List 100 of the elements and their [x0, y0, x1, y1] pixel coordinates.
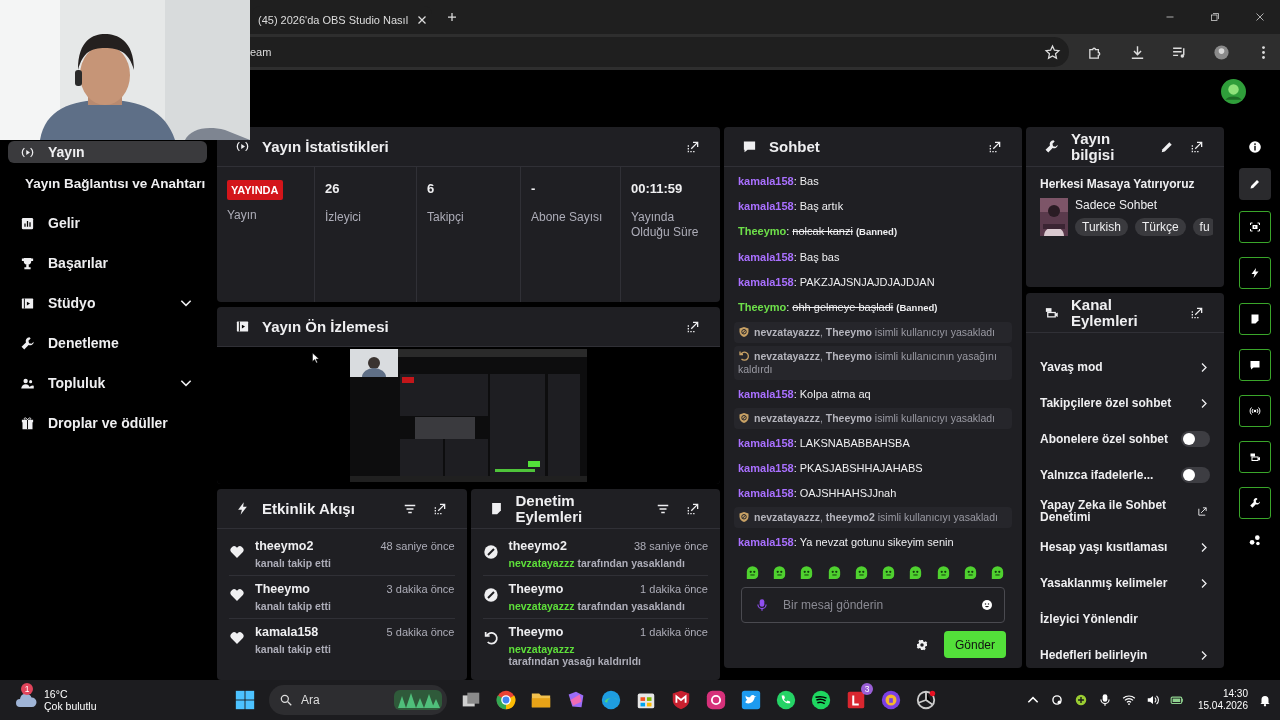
notification-badge: 1 — [21, 683, 33, 695]
category-name[interactable]: Sadece Sohbet — [1075, 198, 1212, 212]
new-tab-icon[interactable] — [446, 11, 458, 23]
screen-record-icon — [1249, 221, 1261, 233]
info-icon[interactable] — [1248, 140, 1262, 154]
ban-icon — [482, 587, 499, 603]
event-text: kanalı takip etti — [255, 600, 332, 612]
popout-icon[interactable] — [686, 319, 700, 334]
letter-app-icon[interactable] — [845, 689, 867, 711]
event-text: kanalı takip etti — [255, 643, 332, 655]
toggle-switch[interactable] — [1181, 467, 1210, 483]
camera-icon[interactable] — [705, 689, 727, 711]
user-name: kamala158 — [738, 437, 794, 449]
heart-icon — [229, 544, 245, 560]
edit-icon[interactable] — [1160, 139, 1174, 154]
start-icon[interactable] — [234, 689, 256, 711]
action-label[interactable]: Yapay Zeka ile Sohbet Denetimi — [1040, 499, 1180, 523]
popout-icon[interactable] — [686, 501, 700, 516]
battery-icon[interactable] — [1169, 693, 1184, 707]
broadcast-icon — [1249, 405, 1261, 417]
stat-label: İzleyici — [325, 210, 361, 225]
user-name: theeymo2 — [508, 539, 567, 553]
sidebar-item[interactable]: Droplar ve ödüller — [8, 403, 207, 443]
user-name: theeymo2 — [255, 539, 314, 553]
restore-icon[interactable] — [1209, 11, 1221, 23]
clock-time[interactable]: 14:30 — [1222, 688, 1248, 700]
wifi-icon[interactable] — [1121, 693, 1136, 707]
send-button[interactable]: Gönder — [944, 631, 1006, 658]
settings-icon[interactable] — [916, 638, 928, 651]
action-label[interactable]: Yavaş mod — [1040, 361, 1103, 373]
close-icon[interactable] — [416, 14, 429, 26]
panel-toggle-button[interactable] — [1239, 487, 1271, 519]
timestamp: 38 saniye önce — [634, 540, 708, 552]
panel-toggle-button[interactable] — [1239, 303, 1271, 335]
dots-icon[interactable] — [1248, 533, 1262, 547]
toggle-switch[interactable] — [1181, 431, 1210, 447]
plus-badge-icon[interactable] — [1073, 693, 1088, 707]
bell-icon[interactable] — [1258, 693, 1272, 707]
tag[interactable]: Türkçe — [1134, 218, 1186, 236]
popout-icon[interactable] — [988, 139, 1002, 154]
action-label[interactable]: Hedefleri belirleyin — [1040, 649, 1148, 661]
tag[interactable]: Turkish — [1075, 218, 1128, 236]
message-text: Ya nevzat gotunu sikeyim senin — [799, 536, 954, 548]
action-label[interactable]: Abonelere özel sohbet — [1040, 433, 1169, 445]
emote-icon[interactable] — [744, 564, 761, 581]
profile-icon[interactable] — [1213, 43, 1230, 61]
edit-button[interactable] — [1239, 168, 1271, 200]
forest-icon — [394, 690, 442, 710]
chat-icon — [1249, 359, 1261, 371]
sidebar-item[interactable]: Denetleme — [8, 323, 207, 363]
sidebar-item[interactable]: Topluluk — [8, 363, 207, 403]
panel-toggle-button[interactable] — [1239, 349, 1271, 381]
popout-icon[interactable] — [686, 139, 700, 154]
panel-toggle-button[interactable] — [1239, 441, 1271, 473]
aperture-icon[interactable] — [915, 689, 937, 711]
colon: : — [793, 487, 797, 499]
globe-icon[interactable] — [600, 689, 622, 711]
panel-toggle-button[interactable] — [1239, 395, 1271, 427]
music-icon[interactable] — [810, 689, 832, 711]
pencil-icon — [1249, 178, 1261, 190]
temperature: 16°C — [44, 688, 69, 700]
browser-icon[interactable] — [495, 689, 517, 711]
action-label[interactable]: Takipçilere özel sohbet — [1040, 397, 1172, 409]
action-label[interactable]: Yasaklanmış kelimeler — [1040, 577, 1168, 589]
stat-label: Yayın — [227, 208, 257, 223]
external-link-icon[interactable] — [1197, 505, 1208, 517]
popout-icon[interactable] — [1190, 139, 1204, 154]
phone-icon[interactable] — [775, 689, 797, 711]
panel-toggle-button[interactable] — [1239, 211, 1271, 243]
microphone-icon[interactable] — [1097, 693, 1112, 707]
camera-icon — [1249, 451, 1261, 463]
action-label[interactable]: İzleyici Yönlendir — [1040, 613, 1138, 625]
message-field[interactable]: Bir mesaj gönderin — [741, 587, 1005, 623]
sidebar-item[interactable]: Gelir — [8, 203, 207, 243]
speaker-icon[interactable] — [1145, 693, 1160, 707]
camera-icon — [1044, 305, 1059, 320]
popout-icon[interactable] — [1190, 305, 1204, 320]
star-icon[interactable] — [1044, 43, 1061, 61]
tag[interactable]: fu — [1192, 218, 1213, 236]
user-name: Theeymo — [255, 582, 310, 596]
sidebar-item[interactable]: Başarılar — [8, 243, 207, 283]
sidebar-item[interactable]: Stüdyo — [8, 283, 207, 323]
shield-icon — [738, 412, 750, 424]
sidebar-item[interactable]: Yayın — [8, 141, 207, 163]
moderator-name: nevzatayazzz — [508, 600, 575, 612]
address-bar[interactable]: eam — [250, 37, 1069, 67]
shield-icon[interactable] — [670, 689, 692, 711]
popout-icon[interactable] — [432, 501, 447, 516]
sidebar-item[interactable]: Yayın Bağlantısı ve Anahtarı — [0, 163, 215, 203]
close-icon[interactable] — [1254, 11, 1266, 23]
action-label[interactable]: Hesap yaşı kısıtlaması — [1040, 541, 1168, 553]
panel-toggle-button[interactable] — [1239, 257, 1271, 289]
download-icon[interactable] — [1129, 43, 1146, 61]
action-label[interactable]: Yalnızca ifadelerle... — [1040, 469, 1154, 481]
emoji-icon[interactable] — [981, 599, 993, 611]
avatar-icon[interactable] — [1221, 78, 1246, 104]
message-text: Baş artık — [799, 200, 844, 212]
message-text: ohh gelmeye başladi — [792, 301, 894, 313]
clock-date[interactable]: 15.04.2026 — [1197, 700, 1248, 712]
bird-icon[interactable] — [740, 689, 762, 711]
